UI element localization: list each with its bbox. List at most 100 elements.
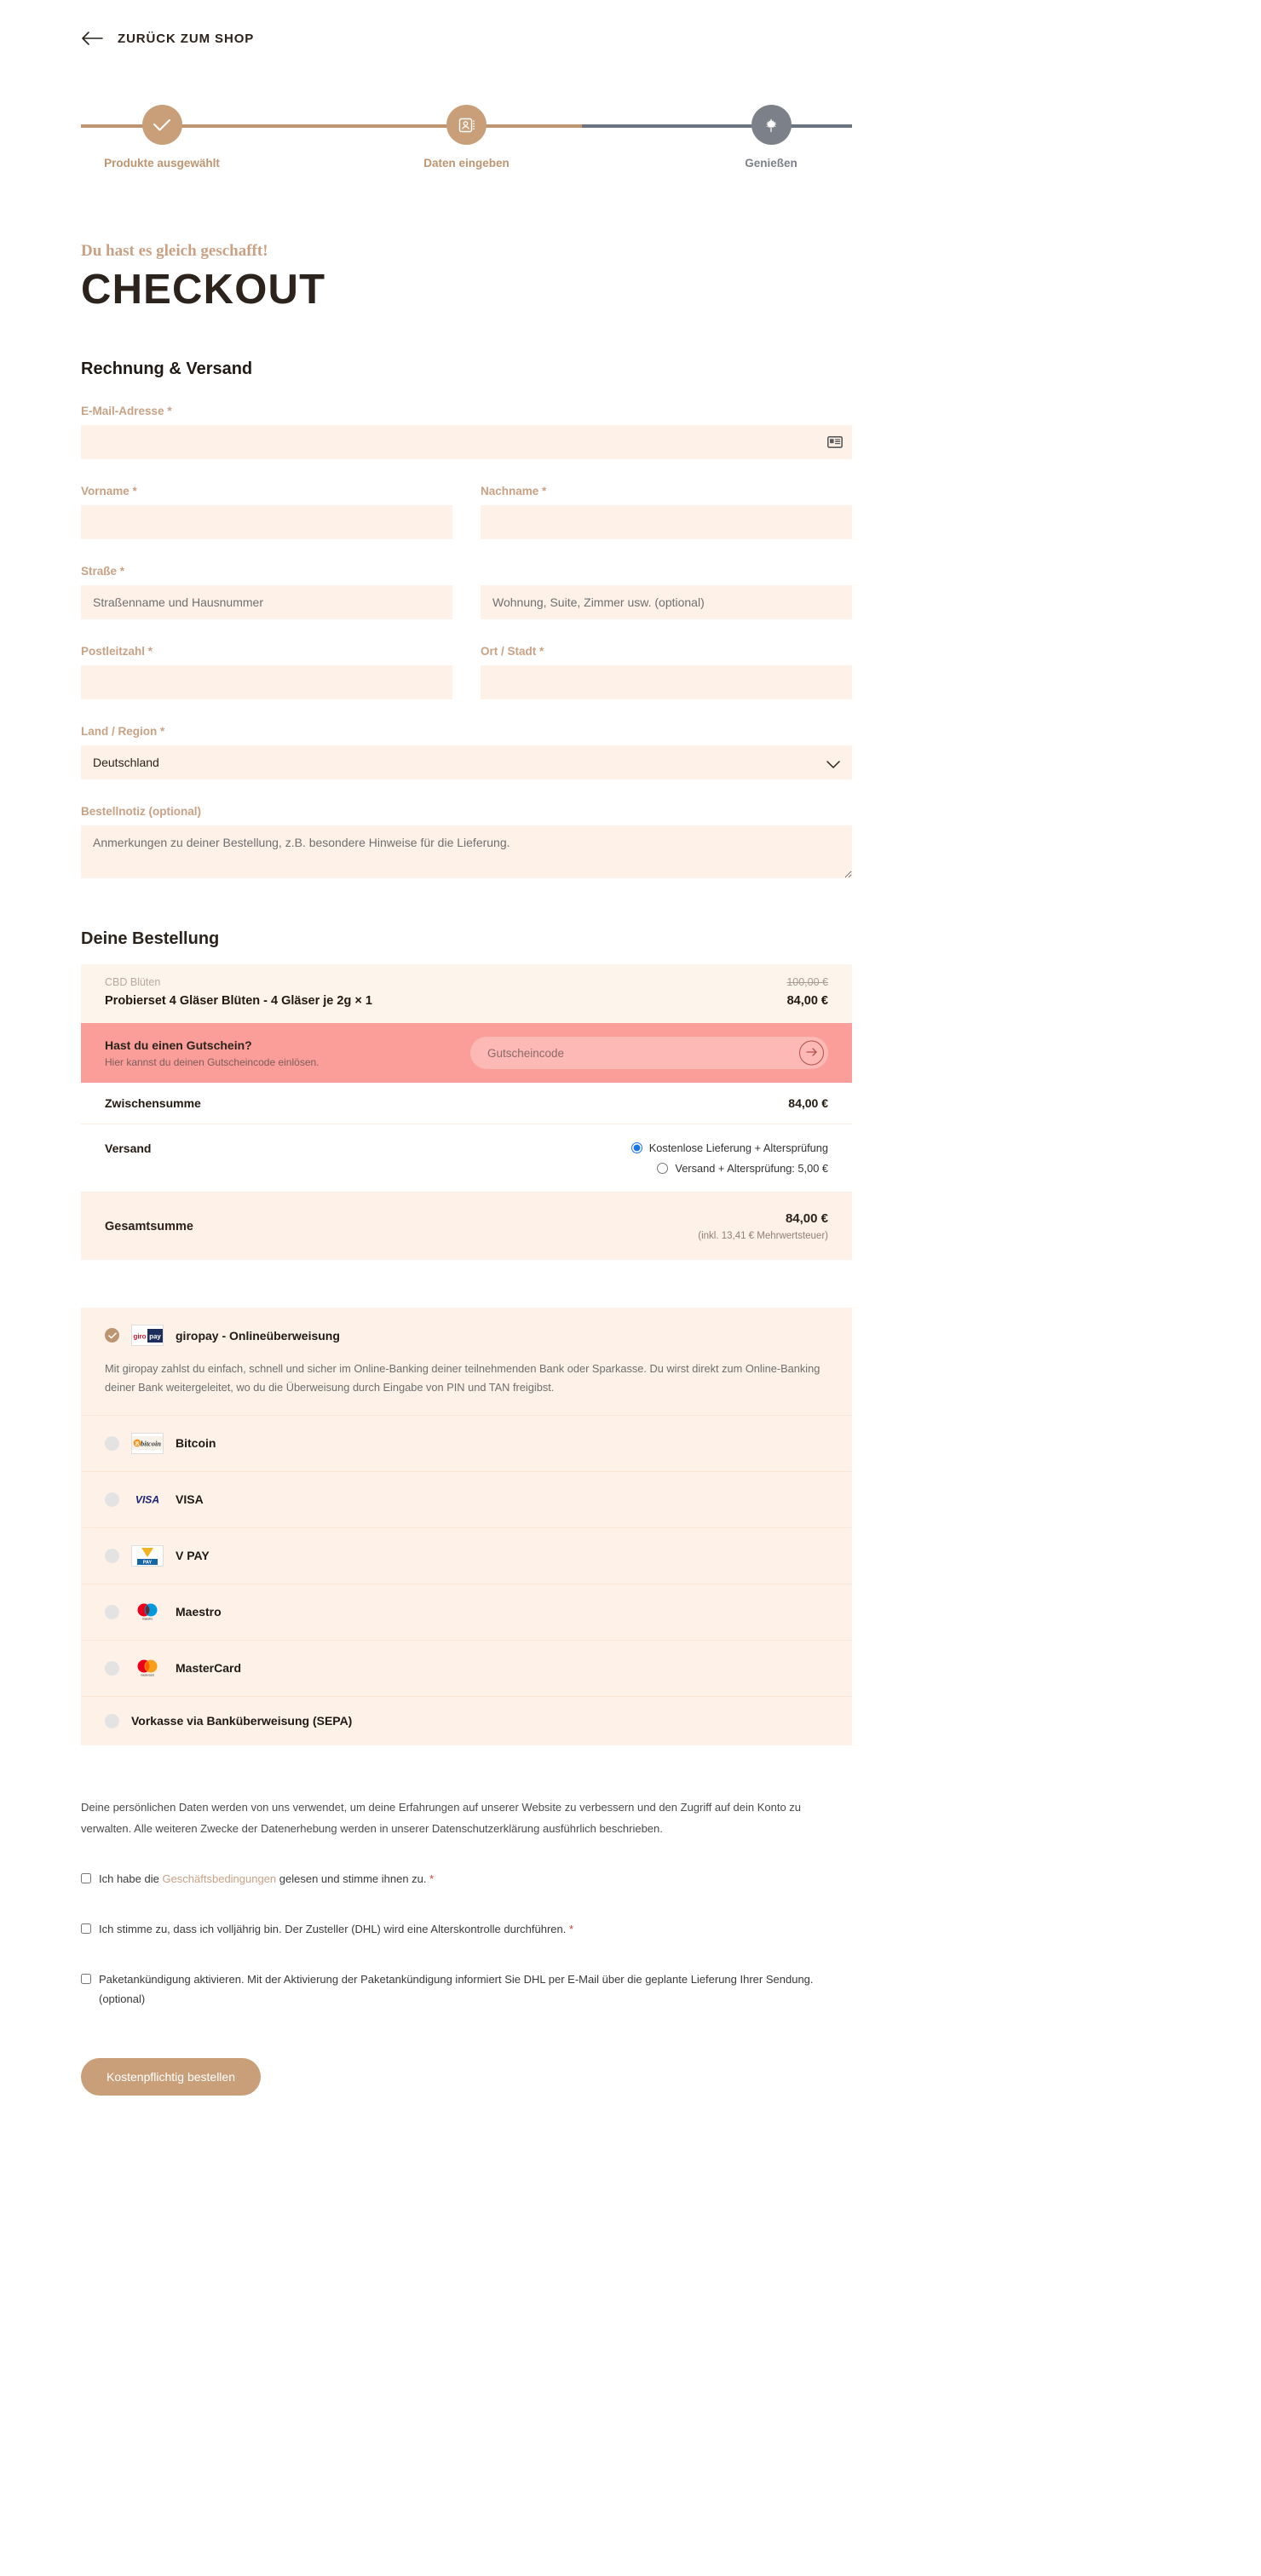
first-name-input[interactable] [81, 505, 452, 539]
terms-required-marker: * [429, 1872, 435, 1886]
country-select[interactable]: Deutschland [81, 745, 852, 779]
city-label-text: Ort / Stadt [481, 645, 537, 658]
leaf-icon [751, 105, 792, 145]
payment-label-visa: VISA [176, 1492, 204, 1507]
coupon-input[interactable] [470, 1037, 828, 1069]
city-input[interactable] [481, 665, 852, 699]
terms-checkbox[interactable] [81, 1873, 91, 1884]
shipping-option-paid-radio[interactable] [657, 1163, 669, 1174]
payment-radio-bitcoin[interactable] [105, 1435, 119, 1451]
city-label: Ort / Stadt * [481, 645, 852, 658]
last-name-input[interactable] [481, 505, 852, 539]
parcel-notification-checkbox[interactable] [81, 1973, 91, 1984]
terms-link[interactable]: Geschäftsbedingungen [162, 1872, 276, 1885]
email-label-text: E-Mail-Adresse [81, 405, 164, 417]
shipping-option-free-radio[interactable] [630, 1142, 642, 1153]
coupon-apply-button[interactable] [799, 1040, 824, 1066]
first-name-field-group: Vorname * [81, 485, 452, 539]
street-input[interactable] [81, 585, 452, 619]
payment-method-mastercard[interactable]: mastercard MasterCard [81, 1641, 852, 1697]
country-label: Land / Region * [81, 725, 852, 738]
stepper-step-products-label: Produkte ausgewählt [104, 157, 220, 170]
payment-radio-visa[interactable] [105, 1492, 119, 1507]
payment-label-bitcoin: Bitcoin [176, 1436, 216, 1451]
contact-card-icon[interactable] [827, 436, 843, 448]
postcode-required-marker: * [147, 645, 153, 658]
order-section-title: Deine Bestellung [81, 929, 220, 948]
shipping-option-paid[interactable]: Versand + Altersprüfung: 5,00 € [631, 1162, 828, 1175]
city-field-group: Ort / Stadt * [481, 645, 852, 699]
country-required-marker: * [160, 725, 165, 738]
shipping-option-free[interactable]: Kostenlose Lieferung + Altersprüfung [630, 1141, 828, 1154]
grand-total-row: Gesamtsumme 84,00 € (inkl. 13,41 € Mehrw… [81, 1193, 852, 1260]
city-required-marker: * [539, 645, 544, 658]
terms-suffix: gelesen und stimme ihnen zu. [276, 1872, 430, 1886]
grand-total-tax-note: (inkl. 13,41 € Mehrwertsteuer) [698, 1231, 828, 1241]
order-line-item: CBD Blüten 100,00 € Probierset 4 Gläser … [81, 964, 852, 1023]
back-to-shop-link[interactable]: ZURÜCK ZUM SHOP [0, 0, 1261, 46]
parcel-notification-checkbox-row[interactable]: Paketankündigung aktivieren. Mit der Akt… [81, 1970, 831, 2010]
email-input[interactable] [81, 425, 852, 459]
terms-checkbox-label: Ich habe die Geschäftsbedingungen gelese… [99, 1870, 434, 1889]
payment-method-giropay[interactable]: giro pay giropay - Onlineüberweisung Mit… [81, 1308, 852, 1416]
postcode-input[interactable] [81, 665, 452, 699]
first-name-label: Vorname * [81, 485, 452, 497]
arrow-right-icon [805, 1047, 818, 1060]
age-checkbox-row[interactable]: Ich stimme zu, dass ich volljährig bin. … [81, 1920, 831, 1940]
billing-section-title: Rechnung & Versand [81, 359, 253, 378]
order-item-price: 84,00 € [786, 994, 828, 1008]
order-item-quantity: × 1 [354, 994, 372, 1008]
shipping-option-paid-label: Versand + Altersprüfung: 5,00 € [675, 1162, 828, 1175]
place-order-button[interactable]: Kostenpflichtig bestellen [81, 2058, 261, 2096]
payment-radio-maestro[interactable] [105, 1604, 119, 1619]
subtotal-label: Zwischensumme [105, 1096, 201, 1110]
payment-method-bitcoin[interactable]: B bitcoin Bitcoin [81, 1416, 852, 1472]
payment-radio-mastercard[interactable] [105, 1660, 119, 1676]
order-note-field-group: Bestellnotiz (optional) [81, 805, 852, 878]
payment-label-giropay: giropay - Onlineüberweisung [176, 1328, 340, 1343]
payment-radio-giropay[interactable] [105, 1328, 119, 1343]
page-eyebrow: Du hast es gleich geschafft! [81, 242, 268, 260]
coupon-subtitle: Hier kannst du deinen Gutscheincode einl… [105, 1055, 320, 1068]
grand-total-value: 84,00 € [785, 1211, 828, 1226]
vpay-logo: PAY [131, 1544, 164, 1567]
svg-text:B: B [135, 1440, 140, 1447]
postcode-label-text: Postleitzahl [81, 645, 146, 658]
svg-text:mastercard: mastercard [141, 1674, 154, 1677]
stepper-step-products[interactable]: Produkte ausgewählt [81, 90, 243, 170]
shipping-label: Versand [105, 1141, 152, 1155]
svg-text:PAY: PAY [143, 1561, 153, 1566]
last-name-required-marker: * [542, 485, 547, 497]
email-required-marker: * [167, 405, 172, 417]
terms-checkbox-row[interactable]: Ich habe die Geschäftsbedingungen gelese… [81, 1870, 831, 1889]
stepper-step-data[interactable]: Daten eingeben [386, 90, 548, 170]
country-field-group: Land / Region * Deutschland [81, 725, 852, 779]
shipping-row: Versand Kostenlose Lieferung + Altersprü… [81, 1124, 852, 1193]
payment-radio-vpay[interactable] [105, 1548, 119, 1563]
order-item-name-text: Probierset 4 Gläser Blüten - 4 Gläser je… [105, 994, 352, 1008]
contact-card-icon [446, 105, 487, 145]
street2-input[interactable] [481, 585, 852, 619]
age-required-marker: * [569, 1923, 574, 1936]
coupon-panel: Hast du einen Gutschein? Hier kannst du … [81, 1023, 852, 1083]
payment-radio-sepa[interactable] [105, 1713, 119, 1728]
payment-method-maestro[interactable]: maestro Maestro [81, 1584, 852, 1641]
back-to-shop-label: ZURÜCK ZUM SHOP [118, 31, 255, 46]
age-checkbox-label: Ich stimme zu, dass ich volljährig bin. … [99, 1920, 573, 1940]
svg-text:pay: pay [149, 1332, 161, 1340]
payment-method-vpay[interactable]: PAY V PAY [81, 1528, 852, 1584]
page-title: CHECKOUT [81, 267, 326, 313]
order-note-textarea[interactable] [81, 825, 852, 878]
payment-label-maestro: Maestro [176, 1605, 222, 1619]
payment-method-visa[interactable]: VISA VISA [81, 1472, 852, 1528]
street-label: Straße * [81, 565, 452, 578]
terms-prefix: Ich habe die [99, 1872, 163, 1886]
payment-method-sepa[interactable]: Vorkasse via Banküberweisung (SEPA) [81, 1697, 852, 1745]
age-checkbox[interactable] [81, 1923, 91, 1935]
street-field-group: Straße * [81, 565, 452, 619]
payment-description-giropay: Mit giropay zahlst du einfach, schnell u… [105, 1362, 821, 1394]
stepper-step-enjoy[interactable]: Genießen [690, 90, 852, 170]
parcel-notification-label: Paketankündigung aktivieren. Mit der Akt… [99, 1972, 814, 2005]
street-required-marker: * [119, 565, 125, 578]
giropay-logo: giro pay [131, 1325, 164, 1346]
